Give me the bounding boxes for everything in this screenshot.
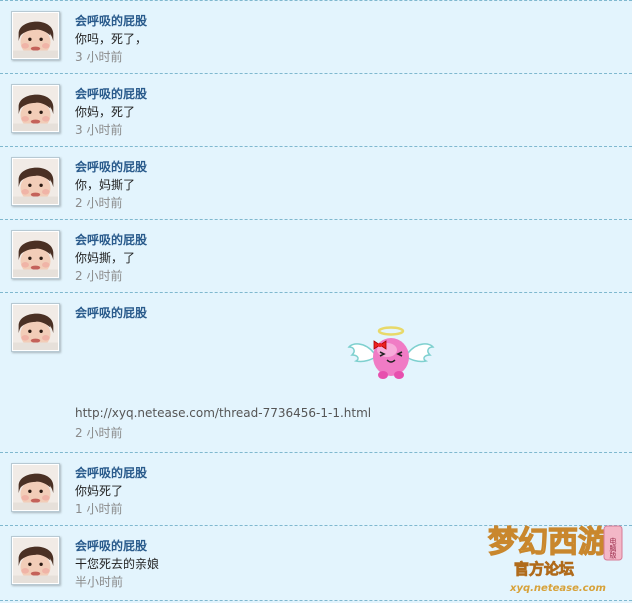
watermark-url: xyq.netease.com [509, 583, 606, 594]
avatar[interactable] [11, 84, 60, 133]
thread-link[interactable]: http://xyq.netease.com/thread-7736456-1-… [75, 406, 371, 420]
author-name[interactable]: 会呼吸的屁股 [75, 158, 147, 175]
post-time: 3 小时前 [75, 123, 123, 137]
author-name[interactable]: 会呼吸的屁股 [75, 12, 147, 29]
forum-watermark-logo: 梦幻西游 电脑版 官方论坛 xyq.netease.com [487, 524, 623, 594]
author-name[interactable]: 会呼吸的屁股 [75, 537, 147, 554]
post-item: 会呼吸的屁股 你妈，死了 3 小时前 [0, 74, 632, 147]
post-time: 2 小时前 [75, 269, 123, 283]
post-time: 2 小时前 [75, 426, 123, 440]
post-text: 你妈，死了 [75, 105, 136, 119]
post-item: 会呼吸的屁股 你，妈撕了 2 小时前 [0, 147, 632, 220]
avatar[interactable] [11, 11, 60, 60]
avatar[interactable] [11, 230, 60, 279]
avatar[interactable] [11, 303, 60, 352]
post-time: 半小时前 [75, 575, 124, 589]
post-text: 你吗，死了， [75, 32, 148, 46]
author-name[interactable]: 会呼吸的屁股 [75, 464, 147, 481]
avatar[interactable] [11, 463, 60, 512]
post-time: 1 小时前 [75, 502, 123, 516]
post-time: 2 小时前 [75, 196, 123, 210]
author-name[interactable]: 会呼吸的屁股 [75, 85, 147, 102]
author-name[interactable]: 会呼吸的屁股 [75, 304, 147, 321]
post-item: 会呼吸的屁股 你妈撕，了 2 小时前 [0, 220, 632, 293]
post-text: 你妈死了 [75, 484, 124, 498]
avatar[interactable] [11, 157, 60, 206]
post-text: 你，妈撕了 [75, 178, 136, 192]
watermark-badge: 电脑版 [609, 537, 617, 560]
angel-emoticon-icon [347, 326, 435, 379]
post-feed: 会呼吸的屁股 你吗，死了， 3 小时前 会呼吸的屁股 你妈，死了 3 小时前 会… [0, 0, 632, 601]
post-item: 会呼吸的屁股 http://xyq.netease.com/thread-773… [0, 293, 632, 453]
author-name[interactable]: 会呼吸的屁股 [75, 231, 147, 248]
avatar[interactable] [11, 536, 60, 585]
post-item: 会呼吸的屁股 你吗，死了， 3 小时前 [0, 0, 632, 74]
post-time: 3 小时前 [75, 50, 123, 64]
post-text: 你妈撕，了 [75, 251, 136, 265]
watermark-subtitle: 官方论坛 [514, 560, 574, 578]
post-text: 干您死去的亲娘 [75, 557, 160, 571]
watermark-logo-text: 梦幻西游 [488, 525, 608, 560]
